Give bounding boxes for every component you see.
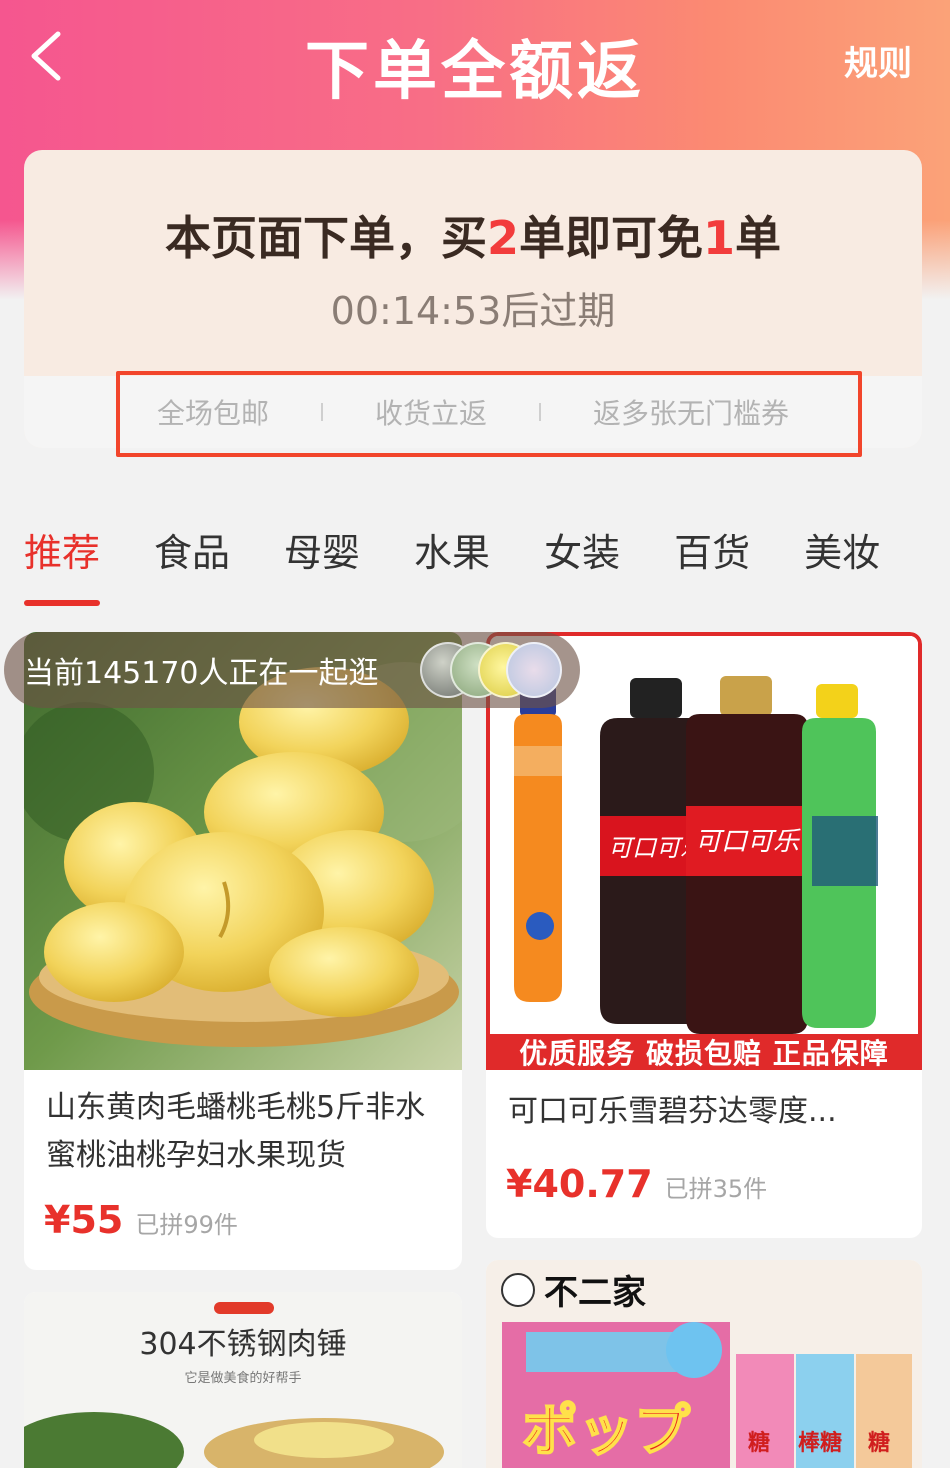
category-tabs: 推荐 食品 母婴 水果 女装 百货 美妆 (24, 522, 950, 612)
avatar (506, 642, 562, 698)
sold-count: 已拼99件 (135, 1211, 238, 1239)
product-card-candy[interactable]: 不二家 ポップ 糖 棒糖 糖 (486, 1260, 922, 1468)
tab-beauty[interactable]: 美妆 (804, 522, 880, 612)
promo-headline: 本页面下单，买2单即可免1单 (24, 202, 922, 268)
candy-label: 糖 (748, 1430, 770, 1456)
price-row: ¥40.77 已拼35件 (506, 1162, 767, 1206)
tab-baby[interactable]: 母婴 (284, 522, 360, 612)
rules-link[interactable]: 规则 (844, 36, 912, 85)
free-count: 1 (703, 211, 736, 265)
tab-recommend[interactable]: 推荐 (24, 522, 101, 612)
image-subtitle: 它是做美食的好帮手 (184, 1370, 301, 1386)
product-price: ¥55 (44, 1198, 124, 1242)
price-row: ¥55 已拼99件 (44, 1198, 238, 1242)
brand-name: 不二家 (544, 1273, 646, 1313)
product-title: 山东黄肉毛蟠桃毛桃5斤非水蜜桃油桃孕妇水果现货 (46, 1090, 426, 1173)
product-card-soda[interactable]: 可口可乐 可口可乐 优质服务 破损包赔 正品保障 可口可乐雪碧芬达零度... ¥… (486, 632, 922, 1238)
tab-food[interactable]: 食品 (154, 522, 230, 612)
tab-general[interactable]: 百货 (674, 522, 750, 612)
product-card-meat-hammer[interactable]: 304不锈钢肉锤 它是做美食的好帮手 (24, 1292, 462, 1468)
product-card-peach[interactable]: 山东黄肉毛蟠桃毛桃5斤非水蜜桃油桃孕妇水果现货 ¥55 已拼99件 (24, 632, 462, 1270)
product-price: ¥40.77 (506, 1162, 653, 1206)
candy-label: 糖 (868, 1430, 890, 1456)
page-title: 下单全额返 (305, 35, 645, 109)
tab-fruit[interactable]: 水果 (414, 522, 490, 612)
live-shoppers-text: 当前145170人正在一起逛 (24, 656, 379, 691)
headline-mid: 单即可免 (519, 211, 703, 265)
avatar-group (420, 642, 562, 698)
product-image: 304不锈钢肉锤 它是做美食的好帮手 (24, 1292, 462, 1468)
product-image: 不二家 ポップ 糖 棒糖 糖 (486, 1260, 922, 1468)
guarantee-badge: 优质服务 破损包赔 正品保障 (486, 1034, 922, 1070)
candy-label: 棒糖 (798, 1430, 842, 1456)
headline-suffix: 单 (735, 211, 782, 265)
coke-label: 可口可乐 (695, 827, 801, 857)
sold-count: 已拼35件 (664, 1175, 768, 1203)
live-shoppers-banner: 当前145170人正在一起逛 (4, 632, 580, 708)
tab-womens[interactable]: 女装 (544, 522, 620, 612)
benefits-highlight-box (116, 371, 862, 457)
image-title: 304不锈钢肉锤 (139, 1327, 346, 1362)
candy-logo: ポップ (522, 1399, 690, 1464)
countdown-timer: 00:14:53后过期 (330, 289, 616, 333)
buy-count: 2 (486, 211, 519, 265)
headline-prefix: 本页面下单，买 (164, 211, 487, 265)
product-title: 可口可乐雪碧芬达零度... (508, 1094, 837, 1129)
